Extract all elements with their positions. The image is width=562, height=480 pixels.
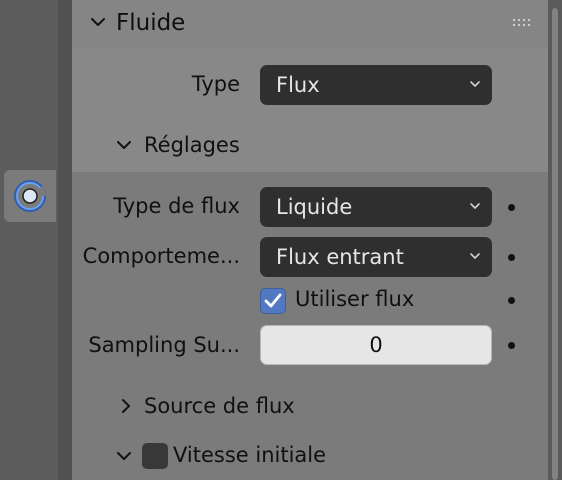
drag-grip-icon[interactable] [512, 18, 534, 28]
sampling-label: Sampling Su... [88, 333, 240, 357]
keyframe-dot[interactable] [508, 204, 515, 211]
keyframe-dot[interactable] [508, 254, 515, 261]
use-flow-label[interactable]: Utiliser flux [295, 287, 414, 311]
scrollbar[interactable] [548, 0, 562, 480]
sampling-number-field[interactable]: 0 [260, 325, 492, 365]
chevron-right-icon[interactable] [120, 398, 132, 414]
type-label: Type [191, 72, 240, 96]
flow-type-dropdown[interactable]: Liquide [260, 187, 492, 227]
chevron-down-icon [470, 81, 480, 87]
fluid-panel-title: Fluide [116, 10, 186, 36]
fluid-panel-header[interactable]: Fluide [72, 0, 548, 48]
flow-type-label: Type de flux [113, 194, 240, 218]
chevron-down-icon[interactable] [116, 139, 132, 151]
behavior-dropdown[interactable]: Flux entrant [260, 237, 492, 277]
properties-editor: Fluide Type Flux Réglages Type de flux L… [0, 0, 562, 480]
fluid-panel: Fluide Type Flux Réglages Type de flux L… [72, 0, 548, 480]
initial-velocity-checkbox[interactable] [142, 443, 168, 469]
keyframe-dot[interactable] [508, 342, 515, 349]
use-flow-checkbox[interactable] [260, 288, 286, 314]
physics-icon [14, 180, 46, 212]
panel-separator [58, 0, 72, 480]
keyframe-dot[interactable] [508, 297, 515, 304]
chevron-down-icon[interactable] [116, 450, 132, 462]
type-dropdown[interactable]: Flux [260, 65, 492, 105]
reglages-title[interactable]: Réglages [144, 133, 240, 157]
initial-velocity-title[interactable]: Vitesse initiale [173, 443, 326, 467]
behavior-label: Comporteme... [82, 244, 240, 268]
chevron-down-icon [91, 18, 105, 26]
scrollbar-thumb[interactable] [552, 8, 558, 480]
chevron-down-icon [470, 203, 480, 209]
sampling-value: 0 [369, 333, 383, 357]
checkmark-icon [264, 293, 282, 308]
physics-tab[interactable] [4, 170, 56, 222]
chevron-down-icon [470, 253, 480, 259]
type-dropdown-value: Flux [276, 73, 320, 97]
properties-tab-strip [0, 0, 58, 480]
behavior-value: Flux entrant [276, 245, 404, 269]
flow-source-title[interactable]: Source de flux [144, 394, 295, 418]
flow-type-value: Liquide [276, 195, 353, 219]
